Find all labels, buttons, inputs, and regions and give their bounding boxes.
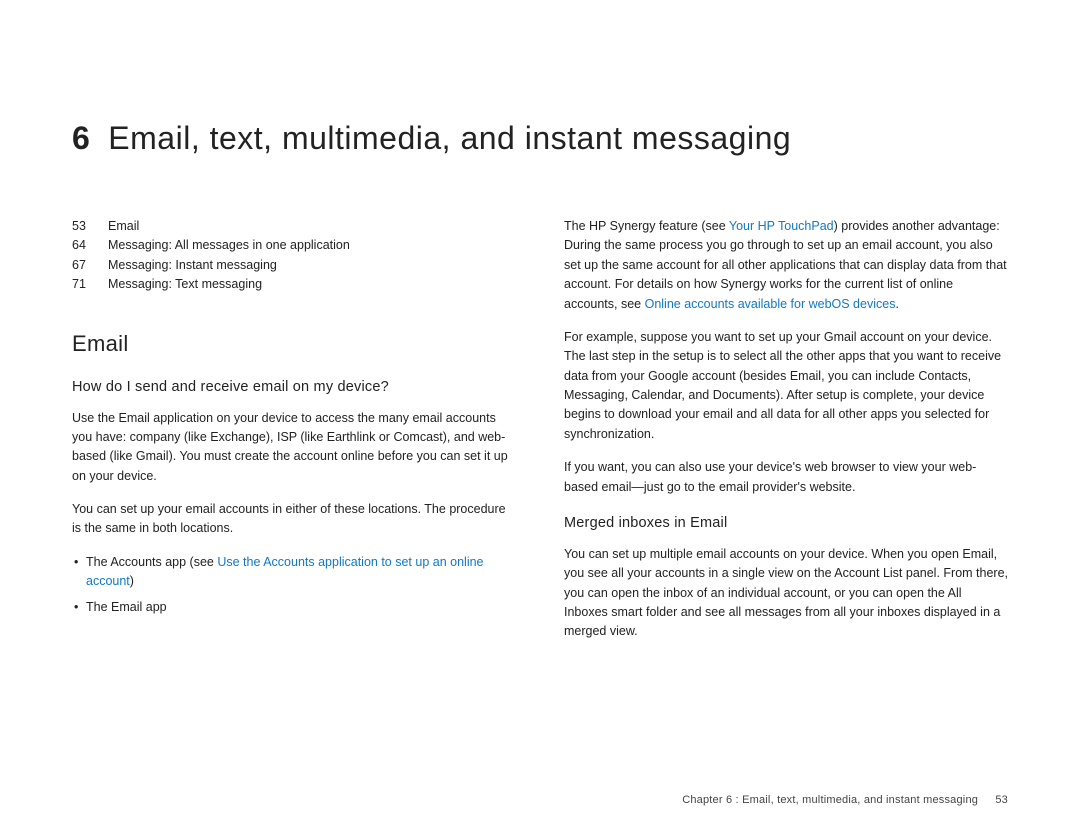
toc-label: Messaging: Instant messaging bbox=[108, 256, 277, 275]
toc-page: 67 bbox=[72, 256, 90, 275]
mini-toc: 53 Email 64 Messaging: All messages in o… bbox=[72, 217, 516, 295]
page-footer: Chapter 6 : Email, text, multimedia, and… bbox=[682, 794, 1008, 806]
paragraph: For example, suppose you want to set up … bbox=[564, 328, 1008, 444]
left-column: 53 Email 64 Messaging: All messages in o… bbox=[72, 217, 516, 656]
list-item: The Accounts app (see Use the Accounts a… bbox=[72, 553, 516, 592]
toc-entry: 71 Messaging: Text messaging bbox=[72, 275, 516, 294]
toc-page: 53 bbox=[72, 217, 90, 236]
paragraph: The HP Synergy feature (see Your HP Touc… bbox=[564, 217, 1008, 314]
toc-page: 71 bbox=[72, 275, 90, 294]
chapter-title: Email, text, multimedia, and instant mes… bbox=[108, 120, 791, 157]
bullet-text: The Email app bbox=[86, 600, 167, 614]
paragraph: You can set up multiple email accounts o… bbox=[564, 545, 1008, 642]
chapter-number: 6 bbox=[72, 120, 90, 157]
paragraph: You can set up your email accounts in ei… bbox=[72, 500, 516, 539]
toc-label: Messaging: All messages in one applicati… bbox=[108, 236, 350, 255]
document-page: 6 Email, text, multimedia, and instant m… bbox=[0, 0, 1080, 834]
toc-entry: 53 Email bbox=[72, 217, 516, 236]
toc-entry: 67 Messaging: Instant messaging bbox=[72, 256, 516, 275]
two-column-layout: 53 Email 64 Messaging: All messages in o… bbox=[72, 217, 1008, 656]
bullet-text-pre: The Accounts app (see bbox=[86, 555, 217, 569]
text-run: . bbox=[895, 297, 898, 311]
toc-label: Email bbox=[108, 217, 139, 236]
section-heading-email: Email bbox=[72, 331, 516, 357]
bullet-text-post: ) bbox=[130, 574, 134, 588]
footer-page-number: 53 bbox=[995, 794, 1008, 806]
text-run: The HP Synergy feature (see bbox=[564, 219, 729, 233]
list-item: The Email app bbox=[72, 598, 516, 617]
link-your-hp-touchpad[interactable]: Your HP TouchPad bbox=[729, 219, 834, 233]
subsection-merged-inboxes: Merged inboxes in Email bbox=[564, 515, 1008, 531]
footer-text: Chapter 6 : Email, text, multimedia, and… bbox=[682, 794, 978, 806]
right-column: The HP Synergy feature (see Your HP Touc… bbox=[564, 217, 1008, 656]
subsection-how-do-i-send: How do I send and receive email on my de… bbox=[72, 379, 516, 395]
toc-label: Messaging: Text messaging bbox=[108, 275, 262, 294]
paragraph: If you want, you can also use your devic… bbox=[564, 458, 1008, 497]
toc-entry: 64 Messaging: All messages in one applic… bbox=[72, 236, 516, 255]
toc-page: 64 bbox=[72, 236, 90, 255]
paragraph: Use the Email application on your device… bbox=[72, 409, 516, 487]
chapter-heading: 6 Email, text, multimedia, and instant m… bbox=[72, 120, 1008, 157]
link-online-accounts-webos[interactable]: Online accounts available for webOS devi… bbox=[645, 297, 896, 311]
